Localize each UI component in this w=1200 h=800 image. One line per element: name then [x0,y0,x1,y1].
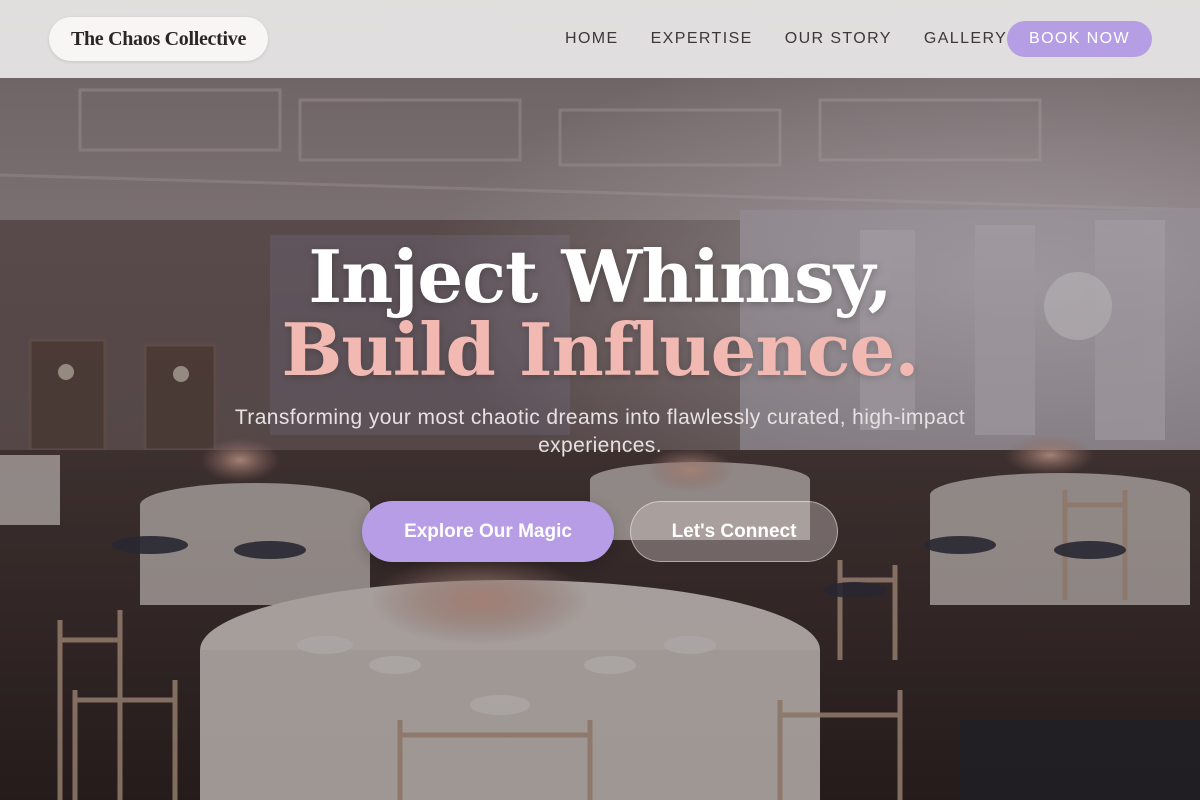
nav-link-home[interactable]: HOME [565,30,619,48]
hero-dark-overlay [0,0,1200,800]
top-navigation-bar: The Chaos Collective HOME EXPERTISE OUR … [0,0,1200,78]
lets-connect-button[interactable]: Let's Connect [630,501,838,562]
hero-headline-line2: Build Influence. [281,307,920,392]
logo-text: The Chaos Collective [70,27,247,50]
book-now-button[interactable]: BOOK NOW [1007,21,1152,57]
nav-link-our-story[interactable]: OUR STORY [785,30,892,48]
site-logo[interactable]: The Chaos Collective [49,17,268,61]
explore-our-magic-button[interactable]: Explore Our Magic [362,501,614,562]
nav-links: HOME EXPERTISE OUR STORY GALLERY [549,0,1039,78]
nav-link-expertise[interactable]: EXPERTISE [651,30,753,48]
nav-link-gallery[interactable]: GALLERY [924,30,1007,48]
hero-section [0,0,1200,800]
hero-subtitle: Transforming your most chaotic dreams in… [234,406,966,457]
